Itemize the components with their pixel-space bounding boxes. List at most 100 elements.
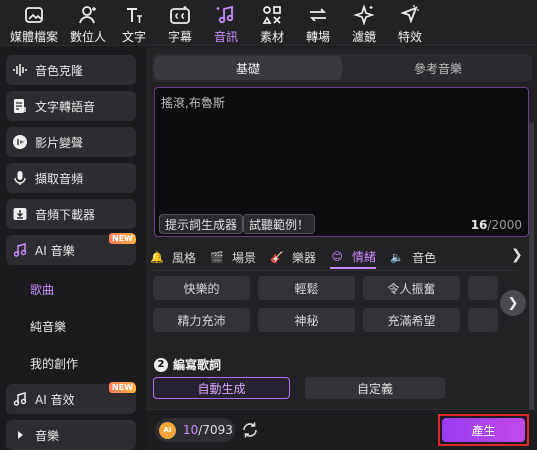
mood-button[interactable]: 充滿希望 bbox=[363, 308, 460, 332]
listen-example-button[interactable]: 試聽範例！ bbox=[243, 214, 316, 234]
mood-button[interactable]: 快樂的 bbox=[153, 276, 250, 300]
sidebar-item-voice-changer[interactable]: 影片變聲 bbox=[6, 127, 136, 157]
step-number: 2 bbox=[154, 357, 168, 372]
film-icon: 🎬 bbox=[210, 250, 224, 264]
category-label: 情緒 bbox=[352, 249, 377, 264]
mood-button[interactable]: 神秘 bbox=[258, 308, 355, 332]
toolbar-caption[interactable]: 字幕 bbox=[158, 0, 202, 46]
sidebar-item-label: AI 音樂 bbox=[35, 243, 75, 258]
category-tab-instrument[interactable]: 🎸 樂器 bbox=[270, 245, 316, 269]
category-tab-scene[interactable]: 🎬 場景 bbox=[210, 245, 256, 269]
bell-icon: 🔔 bbox=[150, 250, 164, 264]
toolbar-effects-label: 特效 bbox=[397, 30, 422, 44]
char-count: 16 bbox=[470, 218, 488, 232]
sidebar-item-label: 擷取音頻 bbox=[35, 171, 84, 186]
elements-icon bbox=[262, 6, 281, 24]
sidebar-item-extract-audio[interactable]: 擷取音頻 bbox=[6, 163, 136, 193]
mood-button-partial[interactable] bbox=[468, 308, 498, 332]
category-label: 樂器 bbox=[292, 250, 317, 265]
transition-icon bbox=[309, 8, 327, 22]
credit-counter: AI 10 /7093 bbox=[155, 418, 235, 442]
mood-button[interactable]: 精力充沛 bbox=[153, 308, 250, 332]
mood-button[interactable]: 令人振奮 bbox=[363, 276, 460, 300]
mode-tabs: 基礎 參考音樂 bbox=[152, 54, 532, 82]
char-counter: 16/2000 bbox=[471, 218, 522, 232]
sidebar-subitem-my-creations[interactable]: 我的創作 bbox=[6, 345, 146, 382]
category-label: 音色 bbox=[412, 250, 437, 265]
sidebar-subitem-instrumental[interactable]: 純音樂 bbox=[6, 308, 146, 345]
toolbar-avatar[interactable]: 數位人 bbox=[66, 0, 110, 46]
sidebar-item-label: 音樂 bbox=[35, 428, 60, 443]
filter-icon bbox=[353, 4, 375, 26]
media-icon bbox=[25, 7, 43, 23]
toolbar-text-label: 文字 bbox=[121, 30, 146, 44]
toolbar-text[interactable]: 文字 bbox=[112, 0, 156, 46]
category-tabs: 🔔 風格 🎬 場景 🎸 樂器 😊 情緒 🔈 音色 bbox=[150, 245, 518, 271]
category-tab-mood[interactable]: 😊 情緒 bbox=[330, 245, 377, 269]
refresh-icon[interactable] bbox=[241, 421, 259, 439]
tab-reference-music[interactable]: 參考音樂 bbox=[344, 54, 532, 82]
custom-lyrics-button[interactable]: 自定義 bbox=[305, 377, 445, 399]
vertical-scrollbar[interactable] bbox=[529, 122, 534, 412]
download-icon bbox=[13, 208, 27, 220]
category-tab-timbre[interactable]: 🔈 音色 bbox=[390, 245, 436, 269]
mood-button-partial[interactable] bbox=[468, 276, 498, 300]
toolbar-transition[interactable]: 轉場 bbox=[296, 0, 340, 46]
toolbar-transition-label: 轉場 bbox=[305, 30, 330, 44]
mood-button[interactable]: 輕鬆 bbox=[258, 276, 355, 300]
tab-basic[interactable]: 基礎 bbox=[154, 56, 342, 80]
sidebar-item-label: 音色克隆 bbox=[35, 63, 84, 78]
char-max: /2000 bbox=[487, 218, 522, 232]
toolbar-media-label: 媒體檔案 bbox=[9, 30, 58, 44]
credits-used: 10 bbox=[183, 423, 199, 437]
lyrics-section-title: 2 編寫歌詞 bbox=[154, 356, 221, 373]
toolbar-effects[interactable]: 特效 bbox=[388, 0, 432, 46]
lyrics-title: 編寫歌詞 bbox=[173, 358, 222, 372]
generate-button[interactable]: 產生 bbox=[442, 418, 525, 442]
sidebar-item-ai-music[interactable]: AI 音樂 NEW bbox=[6, 233, 136, 265]
category-label: 風格 bbox=[172, 250, 197, 265]
toolbar-audio-label: 音訊 bbox=[213, 30, 238, 44]
voice-changer-icon bbox=[13, 135, 27, 149]
chevron-right-icon: ❯ bbox=[507, 295, 519, 311]
toolbar-caption-label: 字幕 bbox=[167, 30, 192, 44]
toolbar-filter-label: 濾鏡 bbox=[351, 30, 376, 44]
sidebar-item-label: 音頻下載器 bbox=[35, 207, 96, 222]
toolbar-elements[interactable]: 素材 bbox=[250, 0, 294, 46]
auto-generate-button[interactable]: 自動生成 bbox=[153, 377, 290, 399]
speaker-icon: 🔈 bbox=[390, 250, 404, 264]
sidebar-subitem-songs[interactable]: 歌曲 bbox=[6, 271, 146, 308]
ai-music-panel: 基礎 參考音樂 搖滾,布魯斯 提示詞生成器 試聽範例！ 16/2000 🔔 風格 … bbox=[146, 47, 537, 450]
sidebar-item-voice-clone[interactable]: 音色克隆 bbox=[6, 55, 136, 85]
prompt-value: 搖滾,布魯斯 bbox=[161, 96, 225, 110]
sidebar-item-label: AI 音效 bbox=[35, 392, 75, 407]
toolbar-avatar-label: 數位人 bbox=[69, 30, 106, 44]
panel-footer: AI 10 /7093 產生 bbox=[146, 409, 537, 450]
avatar-icon bbox=[79, 6, 96, 24]
toolbar-audio[interactable]: 音訊 bbox=[204, 0, 248, 46]
toolbar-elements-label: 素材 bbox=[259, 30, 284, 44]
ai-coin-icon: AI bbox=[159, 421, 176, 439]
caption-icon bbox=[170, 6, 190, 24]
sidebar-item-audio-downloader[interactable]: 音頻下載器 bbox=[6, 199, 136, 229]
sidebar-item-label: 影片變聲 bbox=[35, 135, 84, 150]
credits-total: /7093 bbox=[198, 423, 233, 437]
ai-music-icon bbox=[13, 243, 27, 257]
ai-sfx-icon bbox=[13, 392, 27, 406]
prompt-textarea[interactable]: 搖滾,布魯斯 提示詞生成器 試聽範例！ 16/2000 bbox=[154, 87, 529, 237]
text-icon bbox=[127, 8, 142, 23]
sidebar-item-text-to-speech[interactable]: 文字轉語音 bbox=[6, 91, 136, 121]
scroll-right-button[interactable]: ❯ bbox=[500, 290, 526, 316]
audio-icon bbox=[216, 5, 234, 24]
waveform-icon bbox=[13, 64, 27, 76]
chevron-right-icon[interactable]: ❯ bbox=[511, 247, 523, 263]
toolbar-filter[interactable]: 濾鏡 bbox=[342, 0, 386, 46]
emoji-icon: 😊 bbox=[331, 249, 343, 263]
new-badge: NEW bbox=[109, 233, 136, 244]
toolbar-media[interactable]: 媒體檔案 bbox=[4, 0, 64, 46]
sidebar-item-ai-sfx[interactable]: AI 音效 NEW bbox=[6, 382, 136, 414]
category-tab-style[interactable]: 🔔 風格 bbox=[150, 245, 196, 269]
prompt-generator-button[interactable]: 提示詞生成器 bbox=[159, 214, 244, 234]
left-sidebar: 音色克隆 文字轉語音 影片變聲 擷取音頻 音頻下載器 AI 音樂 NEW 歌曲 … bbox=[0, 47, 146, 450]
sidebar-item-music[interactable]: 音樂 bbox=[6, 420, 136, 450]
